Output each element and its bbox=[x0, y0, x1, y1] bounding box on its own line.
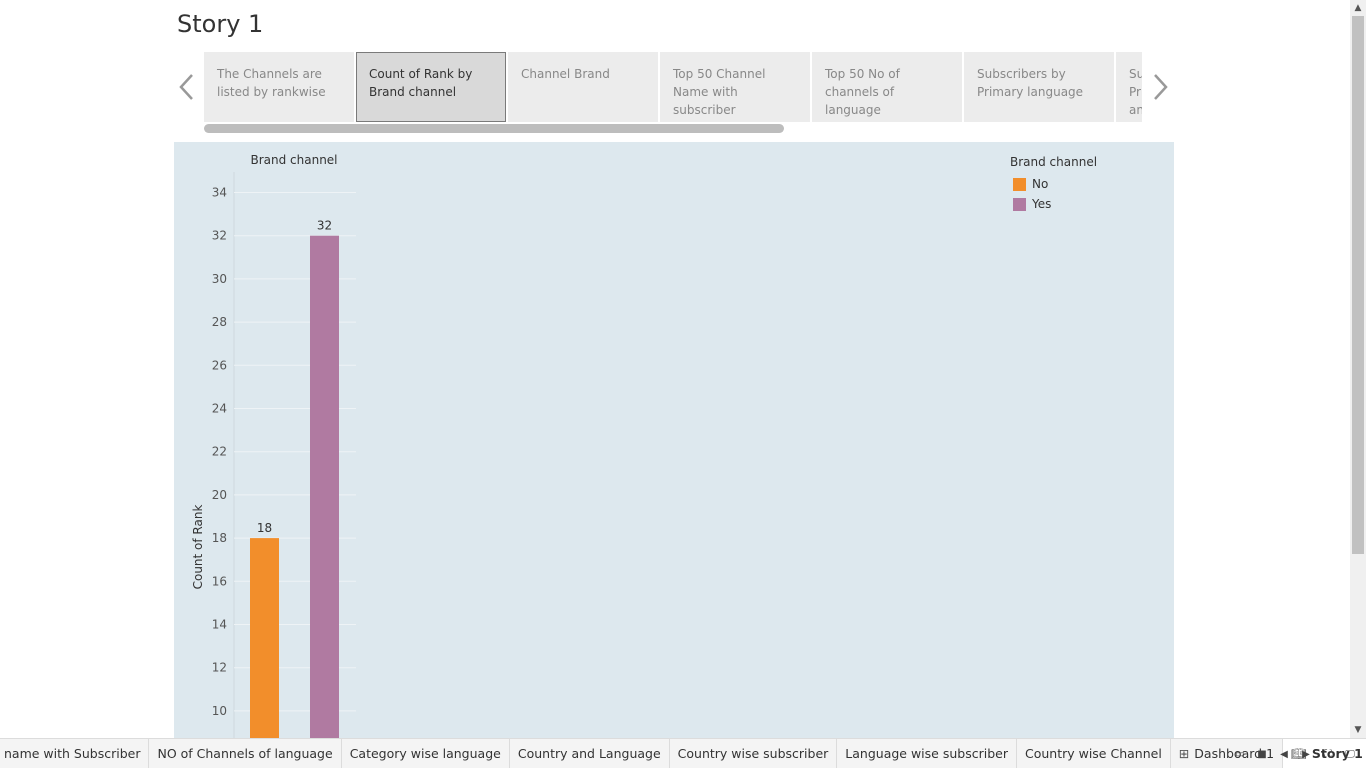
vertical-scrollbar-thumb[interactable] bbox=[1352, 16, 1364, 554]
tab-label: name with Subscriber bbox=[4, 746, 141, 761]
y-tick-label: 16 bbox=[212, 574, 227, 588]
chevron-right-icon bbox=[1154, 74, 1168, 100]
bar-yes[interactable] bbox=[310, 235, 339, 738]
tab-country-and-language[interactable]: Country and Language bbox=[510, 739, 670, 768]
legend-title: Brand channel bbox=[1010, 155, 1098, 169]
tab-label: Country wise subscriber bbox=[677, 746, 829, 761]
story-point-7[interactable]: Subscribers by Primary language and Coun… bbox=[1116, 52, 1142, 122]
show-tabs-icon[interactable]: ■ bbox=[1254, 746, 1270, 762]
data-label-yes: 32 bbox=[317, 219, 332, 233]
y-axis-label: Count of Rank bbox=[191, 505, 205, 590]
tab-country-wise-subscriber[interactable]: Country wise subscriber bbox=[670, 739, 838, 768]
tab-country-wise-channel[interactable]: Country wise Channel bbox=[1017, 739, 1171, 768]
y-tick-label: 10 bbox=[212, 704, 227, 718]
bar-no[interactable] bbox=[250, 538, 279, 738]
tab-label: NO of Channels of language bbox=[157, 746, 333, 761]
story-point-2[interactable]: Count of Rank by Brand channel bbox=[356, 52, 506, 122]
y-tick-label: 30 bbox=[212, 272, 227, 286]
legend-swatch-yes bbox=[1013, 197, 1026, 211]
tab-label: Country and Language bbox=[517, 746, 661, 761]
y-tick-label: 26 bbox=[212, 358, 227, 372]
y-tick-label: 18 bbox=[212, 531, 227, 545]
tab-category-wise-language[interactable]: Category wise language bbox=[342, 739, 510, 768]
previous-sheet-icon[interactable]: ◀ bbox=[1276, 746, 1292, 762]
previous-story-point-button[interactable] bbox=[177, 72, 197, 102]
next-story-point-button[interactable] bbox=[1150, 72, 1170, 102]
story-point-3[interactable]: Channel Brand bbox=[508, 52, 658, 122]
tab-name-with-subscriber[interactable]: name with Subscriber bbox=[0, 739, 150, 768]
tab-no-of-channels-of-language[interactable]: NO of Channels of language bbox=[149, 739, 342, 768]
dashboard-icon: ⊞ bbox=[1178, 746, 1190, 761]
data-label-no: 18 bbox=[257, 521, 272, 535]
tab-label: Category wise language bbox=[349, 746, 501, 761]
legend-label-no: No bbox=[1032, 177, 1049, 191]
legend-swatch-no bbox=[1013, 177, 1026, 191]
legend-label-yes: Yes bbox=[1032, 197, 1052, 211]
y-tick-label: 34 bbox=[212, 186, 227, 200]
bar-chart: Brand channel Count of Rank 10 12 14 16 18 20… bbox=[191, 153, 356, 738]
tab-label: Language wise subscriber bbox=[845, 746, 1008, 761]
scroll-up-icon[interactable]: ▲ bbox=[1350, 0, 1366, 16]
y-tick-label: 12 bbox=[212, 661, 227, 675]
y-tick-label: 22 bbox=[212, 445, 227, 459]
story-title: Story 1 bbox=[177, 10, 264, 38]
scroll-down-icon[interactable]: ▼ bbox=[1350, 722, 1366, 738]
tab-label: Country wise Channel bbox=[1024, 746, 1162, 761]
bars: 1832 bbox=[250, 219, 339, 738]
tab-language-wise-subscriber[interactable]: Language wise subscriber bbox=[837, 739, 1017, 768]
story-point-5[interactable]: Top 50 No of channels of language bbox=[812, 52, 962, 122]
next-sheet-icon[interactable]: ▶ bbox=[1298, 746, 1314, 762]
story-point-4[interactable]: Top 50 Channel Name with subscriber bbox=[660, 52, 810, 122]
chevron-left-icon bbox=[179, 74, 193, 100]
presentation-mode-icon[interactable]: 🖵︎ bbox=[1342, 746, 1358, 762]
fullscreen-icon[interactable]: ⛶ bbox=[1320, 746, 1336, 762]
story-point-1[interactable]: The Channels are listed by rankwise bbox=[204, 52, 354, 122]
sheet-tab-bar: name with Subscriber NO of Channels of l… bbox=[0, 738, 1366, 768]
story-points-navigator: The Channels are listed by rankwise Coun… bbox=[204, 52, 1142, 122]
sheet-controls: ▭ ■ ◀ ▶ ⛶ 🖵︎ bbox=[1232, 739, 1358, 768]
tableau-story-app: Story 1 The Channels are listed by rankw… bbox=[0, 0, 1366, 768]
story-points-scrollbar[interactable] bbox=[204, 124, 784, 133]
y-tick-label: 32 bbox=[212, 229, 227, 243]
legend-item-no[interactable]: No bbox=[1010, 174, 1097, 194]
chart-area: Brand channel Count of Rank 10 12 14 16 18 20… bbox=[174, 142, 1174, 738]
story-point-6[interactable]: Subscribers by Primary language bbox=[964, 52, 1114, 122]
vertical-scrollbar[interactable]: ▲ ▼ bbox=[1350, 0, 1366, 738]
show-filmstrip-icon[interactable]: ▭ bbox=[1232, 746, 1248, 762]
y-tick-label: 20 bbox=[212, 488, 227, 502]
chart-header: Brand channel bbox=[250, 153, 337, 167]
y-tick-label: 28 bbox=[212, 315, 227, 329]
y-tick-label: 24 bbox=[212, 402, 227, 416]
legend: Brand channel No Yes bbox=[1010, 155, 1097, 214]
legend-item-yes[interactable]: Yes bbox=[1010, 194, 1097, 214]
y-tick-label: 14 bbox=[212, 618, 227, 632]
